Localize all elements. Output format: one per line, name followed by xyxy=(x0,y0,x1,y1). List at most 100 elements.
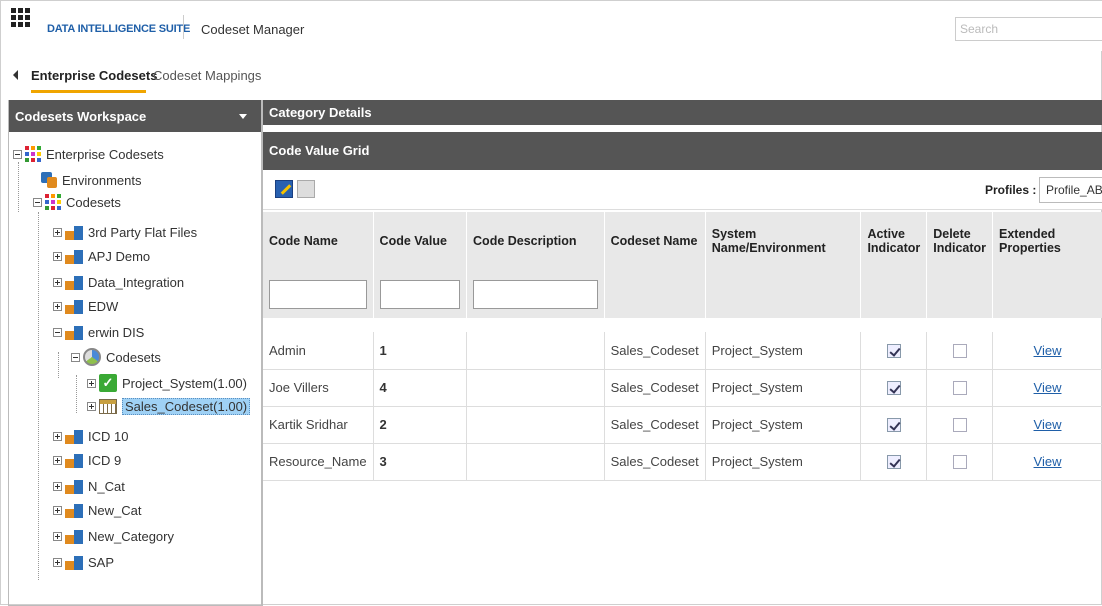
expand-toggle-icon[interactable] xyxy=(53,531,62,541)
tree-node-category[interactable]: N_Cat xyxy=(53,478,125,494)
app-launcher-icon[interactable] xyxy=(11,8,31,28)
code-value-cell[interactable]: 3 xyxy=(373,443,468,481)
expand-toggle-icon[interactable] xyxy=(53,455,62,465)
codeset-name-cell: Sales_Codeset xyxy=(604,406,706,444)
code-value-filter-input[interactable] xyxy=(379,279,461,309)
code-value-grid-header[interactable]: Code Value Grid xyxy=(263,132,1102,170)
expand-toggle-icon[interactable] xyxy=(53,431,62,441)
active-checkbox[interactable] xyxy=(886,381,901,396)
active-checkbox[interactable] xyxy=(886,344,901,359)
category-icon xyxy=(65,528,83,544)
active-indicator-cell xyxy=(860,406,928,444)
tree-node-label: ICD 9 xyxy=(88,452,122,468)
delete-checkbox[interactable] xyxy=(952,344,967,359)
code-name-cell[interactable]: Kartik Sridhar xyxy=(263,406,374,444)
column-header-delete-indicator[interactable]: Delete Indicator xyxy=(926,212,994,270)
tree-node-category[interactable]: SAP xyxy=(53,554,114,570)
active-checkbox[interactable] xyxy=(886,418,901,433)
tree-node-category[interactable]: ICD 10 xyxy=(53,428,128,444)
category-icon xyxy=(65,428,83,444)
code-value-cell[interactable]: 2 xyxy=(373,406,468,444)
table-row[interactable]: Joe Villers 4 Sales_Codeset Project_Syst… xyxy=(263,369,1102,407)
column-header-extended-properties[interactable]: Extended Properties xyxy=(992,212,1102,270)
tree-node-category[interactable]: ICD 9 xyxy=(53,452,121,468)
active-tab-indicator xyxy=(31,90,146,93)
profiles-select[interactable]: Profile_ABC xyxy=(1039,177,1102,203)
column-header-code-value[interactable]: Code Value xyxy=(373,212,468,270)
top-bar: DATA INTELLIGENCE SUITE Codeset Manager xyxy=(1,1,1102,51)
workspace-header[interactable]: Codesets Workspace xyxy=(9,100,261,132)
collapse-toggle-icon[interactable] xyxy=(33,197,42,207)
column-header-codeset-name[interactable]: Codeset Name xyxy=(604,212,706,270)
expand-toggle-icon[interactable] xyxy=(53,557,62,567)
expand-toggle-icon[interactable] xyxy=(53,301,62,311)
expand-toggle-icon[interactable] xyxy=(53,505,62,515)
tree-node-label: erwin DIS xyxy=(88,324,145,340)
search-input[interactable] xyxy=(955,17,1102,41)
code-name-cell[interactable]: Admin xyxy=(263,332,374,370)
collapse-toggle-icon[interactable] xyxy=(71,352,80,362)
category-details-header[interactable]: Category Details xyxy=(263,100,1102,125)
column-header-active-indicator[interactable]: Active Indicator xyxy=(860,212,928,270)
tree-node-category[interactable]: 3rd Party Flat Files xyxy=(53,224,197,240)
view-link[interactable]: View xyxy=(1034,417,1062,432)
tab-codeset-mappings[interactable]: Codeset Mappings xyxy=(153,68,261,83)
collapse-left-icon[interactable] xyxy=(13,70,18,80)
delete-checkbox[interactable] xyxy=(952,418,967,433)
code-name-filter-input[interactable] xyxy=(269,279,367,309)
view-link[interactable]: View xyxy=(1034,454,1062,469)
tab-enterprise-codesets[interactable]: Enterprise Codesets xyxy=(31,68,157,83)
properties-icon[interactable] xyxy=(297,180,315,198)
tree-node-category[interactable]: Data_Integration xyxy=(53,274,184,290)
code-description-cell[interactable] xyxy=(466,443,605,481)
tree-connector xyxy=(18,162,19,212)
view-link[interactable]: View xyxy=(1034,380,1062,395)
tree-node-category[interactable]: APJ Demo xyxy=(53,248,150,264)
tree-node-codesets[interactable]: Codesets xyxy=(33,194,121,210)
expand-toggle-icon[interactable] xyxy=(53,227,62,237)
column-header-code-description[interactable]: Code Description xyxy=(466,212,605,270)
tree-node-category[interactable]: New_Category xyxy=(53,528,174,544)
expand-toggle-icon[interactable] xyxy=(87,378,96,388)
code-description-filter-input[interactable] xyxy=(473,279,598,309)
tree-node-environments[interactable]: Environments xyxy=(41,172,141,188)
tree-node-erwin-codesets[interactable]: Codesets xyxy=(71,348,161,366)
code-description-cell[interactable] xyxy=(466,406,605,444)
tree-node-category[interactable]: New_Cat xyxy=(53,502,141,518)
codeset-table-icon xyxy=(99,399,117,414)
system-name-cell: Project_System xyxy=(705,369,862,407)
grid-header-row: Code Name Code Value Code Description Co… xyxy=(263,212,1102,270)
brand-name[interactable]: DATA INTELLIGENCE SUITE xyxy=(47,23,190,35)
delete-indicator-cell xyxy=(926,406,994,444)
expand-toggle-icon[interactable] xyxy=(53,481,62,491)
tree-node-label: N_Cat xyxy=(88,478,125,494)
table-row[interactable]: Kartik Sridhar 2 Sales_Codeset Project_S… xyxy=(263,406,1102,444)
code-name-cell[interactable]: Resource_Name xyxy=(263,443,374,481)
collapse-toggle-icon[interactable] xyxy=(13,149,22,159)
tree-node-category-erwin-dis[interactable]: erwin DIS xyxy=(53,324,144,340)
table-row[interactable]: Resource_Name 3 Sales_Codeset Project_Sy… xyxy=(263,443,1102,481)
delete-checkbox[interactable] xyxy=(952,455,967,470)
chevron-down-icon[interactable] xyxy=(239,114,247,119)
collapse-toggle-icon[interactable] xyxy=(53,327,62,337)
tree-node-category[interactable]: EDW xyxy=(53,298,118,314)
table-row[interactable]: Admin 1 Sales_Codeset Project_System Vie… xyxy=(263,332,1102,370)
expand-toggle-icon[interactable] xyxy=(87,402,96,411)
view-link[interactable]: View xyxy=(1034,343,1062,358)
code-value-cell[interactable]: 1 xyxy=(373,332,468,370)
column-header-code-name[interactable]: Code Name xyxy=(263,212,374,270)
code-description-cell[interactable] xyxy=(466,369,605,407)
tree-node-enterprise-codesets[interactable]: Enterprise Codesets xyxy=(13,146,164,162)
code-value-cell[interactable]: 4 xyxy=(373,369,468,407)
expand-toggle-icon[interactable] xyxy=(53,251,62,261)
delete-indicator-cell xyxy=(926,369,994,407)
code-description-cell[interactable] xyxy=(466,332,605,370)
tree-node-project-system[interactable]: ✓ Project_System(1.00) xyxy=(87,374,247,392)
edit-icon[interactable] xyxy=(275,180,293,198)
code-name-cell[interactable]: Joe Villers xyxy=(263,369,374,407)
active-checkbox[interactable] xyxy=(886,455,901,470)
delete-checkbox[interactable] xyxy=(952,381,967,396)
tree-node-sales-codeset[interactable]: Sales_Codeset(1.00) xyxy=(87,398,251,415)
expand-toggle-icon[interactable] xyxy=(53,277,62,287)
column-header-system-name[interactable]: System Name/Environment xyxy=(705,212,862,270)
